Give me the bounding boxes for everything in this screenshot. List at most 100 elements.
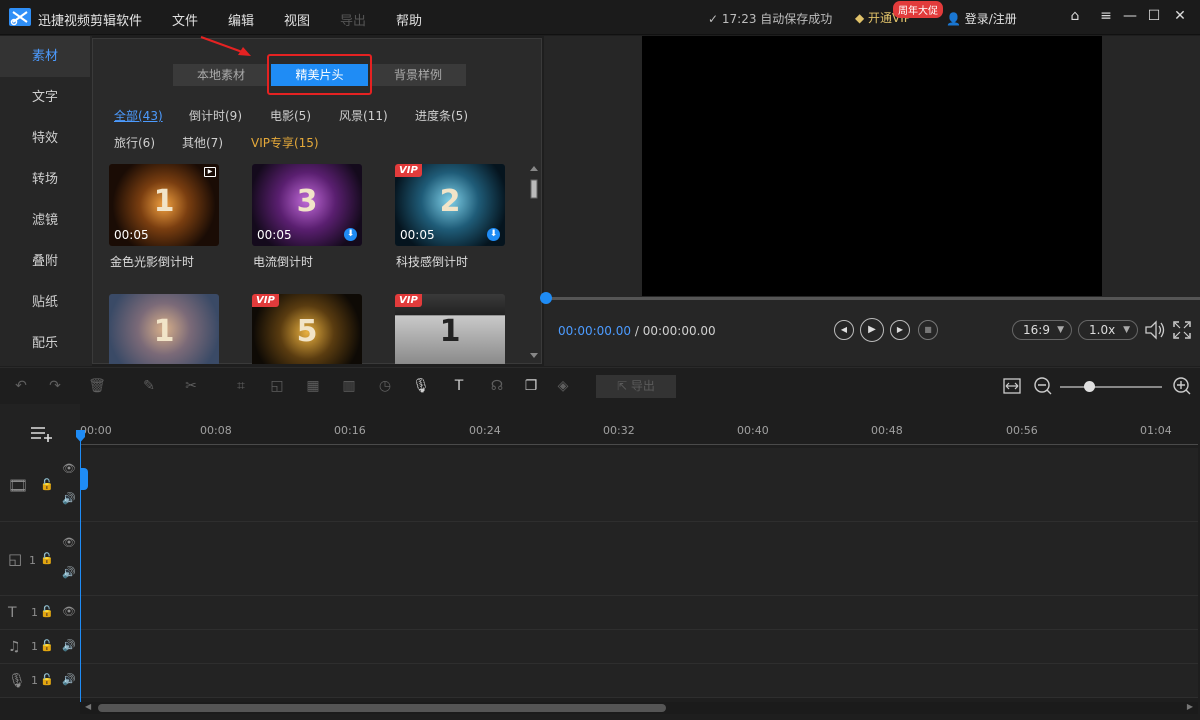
fit-timeline-icon[interactable] [1002, 376, 1022, 396]
maximize-icon[interactable]: ☐ [1146, 8, 1162, 24]
undo-icon[interactable]: ↶ [12, 377, 30, 395]
keyframe-icon[interactable]: ◈ [554, 377, 572, 395]
eye-icon[interactable]: 👁 [62, 462, 76, 475]
filter-travel[interactable]: 旅行(6) [114, 134, 155, 151]
duration-icon[interactable]: ◷ [376, 377, 394, 395]
filter-all[interactable]: 全部(43) [114, 107, 163, 124]
previous-frame-icon[interactable]: ◀ [834, 320, 854, 340]
sidebar-item-transitions[interactable]: 转场 [0, 159, 90, 200]
filter-countdown[interactable]: 倒计时(9) [189, 107, 242, 124]
preview-panel: 00:00:00.00 / 00:00:00.00 ◀ ▶ ▶ ■ 16:9 ▼ … [540, 36, 1200, 366]
download-icon[interactable]: ⬇ [344, 228, 357, 241]
video-track[interactable] [80, 448, 1198, 522]
music-track[interactable] [80, 630, 1198, 664]
fullscreen-icon[interactable] [1172, 320, 1192, 340]
scroll-right-icon[interactable]: ▶ [1187, 702, 1193, 711]
eye-icon[interactable]: 👁 [62, 605, 76, 618]
voice-track[interactable] [80, 664, 1198, 698]
minimize-icon[interactable]: — [1122, 8, 1138, 24]
delete-icon[interactable]: 🗑 [88, 377, 106, 395]
ruler-tick: 00:16 [334, 424, 366, 437]
tab-local-material[interactable]: 本地素材 [173, 64, 269, 86]
filter-movie[interactable]: 电影(5) [270, 107, 311, 124]
speaker-icon[interactable]: 🔊 [62, 673, 76, 686]
filter-scenery[interactable]: 风景(11) [339, 107, 388, 124]
eye-icon[interactable]: 👁 [62, 536, 76, 549]
video-icon: ▶ [204, 167, 216, 177]
speaker-icon[interactable]: 🔊 [62, 566, 76, 579]
menu-icon[interactable]: ≡ [1098, 8, 1114, 24]
redo-icon[interactable]: ↷ [46, 377, 64, 395]
lock-icon[interactable]: 🔓 [40, 552, 54, 565]
next-frame-icon[interactable]: ▶ [890, 320, 910, 340]
speaker-icon[interactable]: 🔊 [62, 639, 76, 652]
zoom-in-icon[interactable] [1172, 376, 1192, 396]
edit-icon[interactable]: ✎ [140, 377, 158, 395]
menu-export[interactable]: 导出 [340, 10, 366, 29]
material-thumbnail[interactable]: VIP 1 [395, 294, 505, 364]
text-to-speech-icon[interactable]: T [450, 377, 468, 395]
export-button[interactable]: ⇱ 导出 [596, 375, 676, 398]
lock-icon[interactable]: 🔓 [40, 639, 54, 652]
sidebar-item-overlay[interactable]: 叠附 [0, 241, 90, 282]
filter-progress-bar[interactable]: 进度条(5) [415, 107, 468, 124]
resize-icon[interactable]: ◱ [268, 377, 286, 395]
scroll-left-icon[interactable]: ◀ [85, 702, 91, 711]
thumbnail-digit: 2 [439, 184, 461, 219]
home-icon[interactable]: ⌂ [1067, 8, 1083, 24]
zoom-out-icon[interactable] [1033, 376, 1053, 396]
preview-progress-handle[interactable] [540, 292, 552, 304]
ruler-tick: 00:32 [603, 424, 635, 437]
add-track-icon[interactable] [30, 426, 54, 442]
login-button[interactable]: 👤 登录/注册 [946, 10, 1017, 27]
sidebar-item-effects[interactable]: 特效 [0, 118, 90, 159]
volume-icon[interactable] [1144, 320, 1166, 340]
track-clip-handle[interactable] [80, 468, 88, 490]
menu-file[interactable]: 文件 [172, 10, 198, 29]
lock-icon[interactable]: 🔓 [40, 673, 54, 686]
microphone-icon[interactable]: 🎙 [412, 377, 430, 395]
lock-icon[interactable]: 🔓 [40, 605, 54, 618]
preview-progress-track[interactable] [544, 297, 1200, 300]
filter-other[interactable]: 其他(7) [182, 134, 223, 151]
play-icon[interactable]: ▶ [860, 318, 884, 342]
zoom-slider-handle[interactable] [1084, 381, 1095, 392]
stop-icon[interactable]: ■ [918, 320, 938, 340]
download-icon[interactable]: ⬇ [487, 228, 500, 241]
material-thumbnail[interactable]: VIP 2 00:05 ⬇ [395, 164, 505, 246]
close-icon[interactable]: ✕ [1172, 8, 1188, 24]
preview-timecode: 00:00:00.00 / 00:00:00.00 [558, 324, 716, 338]
split-icon[interactable]: ✂ [182, 377, 200, 395]
sidebar-item-filters[interactable]: 滤镜 [0, 200, 90, 241]
aspect-ratio-select[interactable]: 16:9 ▼ [1012, 320, 1072, 340]
material-thumbnail[interactable]: 3 00:05 ⬇ [252, 164, 362, 246]
tab-background-samples[interactable]: 背景样例 [370, 64, 466, 86]
audio-level-icon[interactable]: ▥ [340, 377, 358, 395]
sidebar-item-music[interactable]: 配乐 [0, 323, 90, 364]
track-number: 1 [29, 554, 36, 567]
timeline-scrollbar[interactable]: ◀ ▶ [80, 702, 1198, 714]
material-thumbnail[interactable]: 1 ▶ 00:05 [109, 164, 219, 246]
sidebar-item-material[interactable]: 素材 [0, 36, 90, 77]
material-scrollbar[interactable] [529, 164, 539, 360]
playhead-marker-icon[interactable] [76, 430, 85, 442]
mosaic-icon[interactable]: ▦ [304, 377, 322, 395]
filter-vip[interactable]: VIP专享(15) [251, 134, 319, 151]
sidebar-item-text[interactable]: 文字 [0, 77, 90, 118]
sidebar-item-stickers[interactable]: 贴纸 [0, 282, 90, 323]
overlay-track[interactable] [80, 522, 1198, 596]
speaker-icon[interactable]: 🔊 [62, 492, 76, 505]
material-thumbnail[interactable]: VIP 5 [252, 294, 362, 364]
speed-select[interactable]: 1.0x ▼ [1078, 320, 1138, 340]
lock-icon[interactable]: 🔓 [40, 478, 54, 491]
menu-view[interactable]: 视图 [284, 10, 310, 29]
zoom-slider-track[interactable] [1060, 386, 1162, 388]
crop-icon[interactable]: ⌗ [232, 377, 250, 395]
voice-change-icon[interactable]: ☊ [488, 377, 506, 395]
material-thumbnail[interactable]: 1 [109, 294, 219, 364]
layers-icon[interactable]: ❐ [522, 377, 540, 395]
timeline-scroll-thumb[interactable] [98, 704, 666, 712]
menu-edit[interactable]: 编辑 [228, 10, 254, 29]
menu-help[interactable]: 帮助 [396, 10, 422, 29]
text-track[interactable] [80, 596, 1198, 630]
